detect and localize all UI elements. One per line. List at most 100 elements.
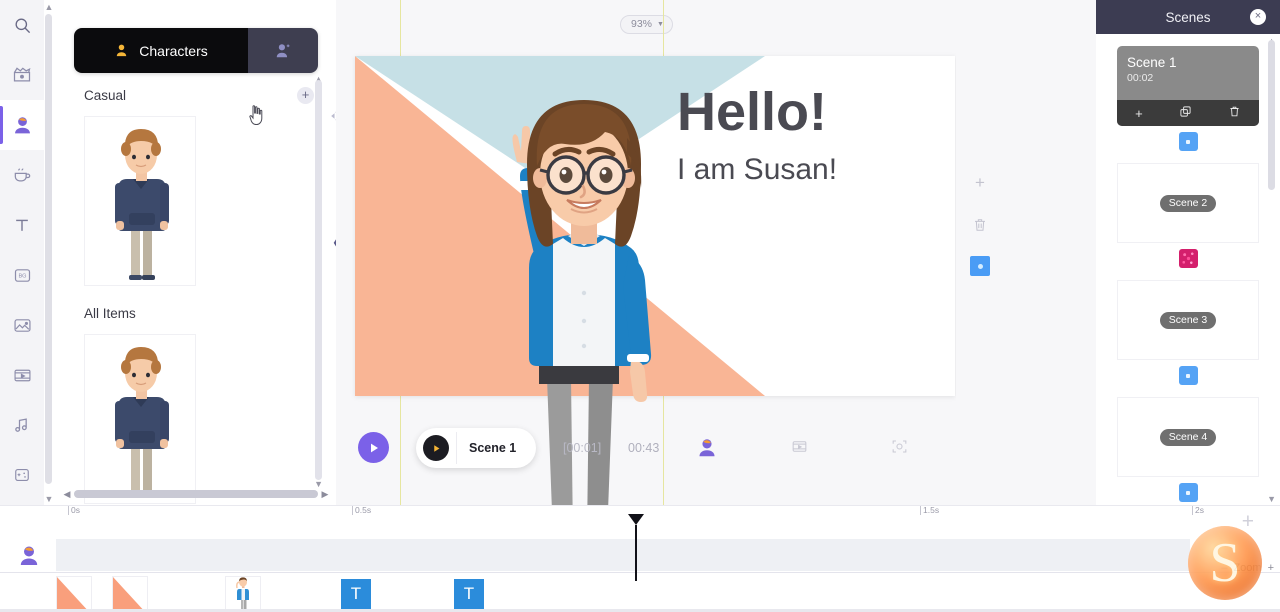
canvas-zoom-selector[interactable]: 93% ▼ xyxy=(620,15,673,34)
casual-grid xyxy=(56,110,336,286)
ruler-tick: 0.5s xyxy=(352,505,372,515)
section-title-casual: Casual xyxy=(84,87,127,103)
preview-video-icon[interactable] xyxy=(790,437,809,461)
logo-glyph: S xyxy=(1209,532,1241,594)
tab-characters[interactable]: Characters xyxy=(74,28,248,73)
h-scroll-thumb[interactable] xyxy=(74,490,318,498)
scene-3-label: Scene 3 xyxy=(1159,311,1217,329)
ruler-tick: 2s xyxy=(1192,505,1204,515)
rail-scroll-up[interactable]: ▲ xyxy=(44,2,54,12)
character-view-icon[interactable] xyxy=(696,437,718,464)
scroll-right-icon[interactable]: ▶ xyxy=(320,489,330,500)
scene-hover-toolbar: + xyxy=(1117,100,1259,126)
tick-label: 0.5s xyxy=(355,505,372,515)
bg-thumb-icon xyxy=(113,577,147,612)
blue-dot-icon xyxy=(977,263,983,269)
library-tabbar: Characters xyxy=(74,28,318,73)
zoom-in-icon[interactable]: + xyxy=(1268,562,1274,574)
background-icon[interactable]: BG xyxy=(0,250,44,300)
rail-scroll-down[interactable]: ▼ xyxy=(44,494,54,504)
scene-1-name: Scene 1 xyxy=(1127,55,1177,70)
timeline-clip-text[interactable]: T xyxy=(341,579,371,609)
scene-1-duration: 00:02 xyxy=(1127,72,1154,84)
rail-scrollbar[interactable] xyxy=(45,14,52,484)
props-icon[interactable] xyxy=(0,150,44,200)
image-icon[interactable] xyxy=(0,300,44,350)
delete-scene-icon[interactable] xyxy=(1228,105,1241,121)
timeline-row[interactable] xyxy=(56,539,1190,571)
music-icon[interactable] xyxy=(0,400,44,450)
male-character-illustration xyxy=(115,347,169,498)
library-panel: Characters Casual + All Items ▲ ▼ ◀ ▶ xyxy=(56,0,336,505)
library-scroll-down[interactable]: ▼ xyxy=(314,479,323,489)
search-icon[interactable] xyxy=(0,0,44,50)
canvas-stage: 93% ▼ Hello! I am Susan! + Scene 1 [00:0… xyxy=(336,0,1096,505)
scenes-header: Scenes × xyxy=(1096,0,1280,34)
male-character-illustration xyxy=(115,129,169,280)
timeline-clip-character[interactable] xyxy=(225,576,261,612)
scenes-panel: Scenes × Scene 1 00:02 + Scene 2 Scene 3… xyxy=(1096,0,1280,505)
scene-card[interactable]: Scene 4 xyxy=(1117,397,1259,477)
timeline-track-avatar[interactable] xyxy=(17,544,41,573)
scenes-title: Scenes xyxy=(1165,9,1211,25)
scene-card-active[interactable]: Scene 1 00:02 + xyxy=(1117,46,1259,126)
scene-card[interactable]: Scene 3 xyxy=(1117,280,1259,360)
add-character-button[interactable] xyxy=(248,28,318,73)
timeline: 0s 0.5s 1.5s 2s T T + + S xyxy=(0,505,1280,612)
brand-watermark-logo: S xyxy=(1188,526,1262,600)
library-section-all-items: All Items xyxy=(56,298,336,328)
add-casual-icon[interactable]: + xyxy=(297,86,314,104)
timeline-clip-background[interactable] xyxy=(56,576,92,612)
current-time-label: [00:01] xyxy=(563,441,602,455)
scene-2-label: Scene 2 xyxy=(1159,194,1217,212)
total-time-label: 00:43 xyxy=(628,441,660,455)
text-icon[interactable] xyxy=(0,200,44,250)
fit-to-screen-icon[interactable] xyxy=(890,437,909,461)
library-horizontal-scrollbar[interactable]: ◀ ▶ xyxy=(62,489,330,499)
person-add-icon xyxy=(276,44,289,58)
transition-blue-3-icon[interactable] xyxy=(1178,483,1198,502)
character-thumbnail[interactable] xyxy=(84,116,196,286)
canvas-side-toolbar: + xyxy=(956,0,1005,505)
scenes-scroll-down[interactable]: ▼ xyxy=(1267,494,1276,504)
characters-icon[interactable] xyxy=(0,100,44,150)
character-thumbnail[interactable] xyxy=(84,334,196,504)
timeline-clip-background[interactable] xyxy=(112,576,148,612)
add-scene-icon[interactable]: + xyxy=(1135,106,1143,121)
current-scene-name: Scene 1 xyxy=(469,441,517,455)
library-section-casual: Casual + xyxy=(56,80,336,110)
scenes-scrollbar[interactable] xyxy=(1268,40,1275,190)
transition-pink-icon[interactable] xyxy=(1178,249,1198,268)
ruler-tick: 0s xyxy=(68,505,80,515)
timeline-clip-track[interactable]: T T xyxy=(0,572,1280,612)
canvas-zoom-value: 93% xyxy=(631,18,653,30)
close-icon[interactable]: × xyxy=(1250,9,1266,25)
video-icon[interactable] xyxy=(0,350,44,400)
scroll-left-icon[interactable]: ◀ xyxy=(62,489,72,500)
scenes-list: Scene 1 00:02 + Scene 2 Scene 3 Scene 4 xyxy=(1096,34,1280,505)
effects-icon[interactable] xyxy=(0,450,44,500)
library-body: Casual + All Items ▲ ▼ ◀ ▶ xyxy=(56,74,336,505)
transition-blue-1-icon[interactable] xyxy=(1178,132,1198,151)
character-thumb-icon xyxy=(235,577,249,610)
add-element-icon[interactable]: + xyxy=(970,173,990,193)
ruler-tick: 1.5s xyxy=(920,505,939,515)
svg-text:BG: BG xyxy=(18,273,26,279)
tick-label: 2s xyxy=(1195,505,1204,515)
timeline-clip-text[interactable]: T xyxy=(454,579,484,609)
person-icon xyxy=(117,44,127,57)
transition-element-icon[interactable] xyxy=(970,256,990,276)
transition-blue-2-icon[interactable] xyxy=(1178,366,1198,385)
scene-card[interactable]: Scene 2 xyxy=(1117,163,1259,243)
media-icon[interactable] xyxy=(0,50,44,100)
scene-canvas[interactable]: Hello! I am Susan! xyxy=(355,56,955,505)
playhead-handle[interactable] xyxy=(628,514,644,525)
all-items-grid xyxy=(56,328,336,504)
current-scene-chip[interactable]: Scene 1 xyxy=(416,428,536,468)
delete-element-icon[interactable] xyxy=(970,215,990,235)
playhead-line xyxy=(635,525,637,581)
play-button[interactable] xyxy=(358,432,389,463)
timeline-playhead[interactable] xyxy=(628,514,644,581)
duplicate-scene-icon[interactable] xyxy=(1179,105,1192,121)
library-vertical-scrollbar[interactable] xyxy=(315,80,322,480)
